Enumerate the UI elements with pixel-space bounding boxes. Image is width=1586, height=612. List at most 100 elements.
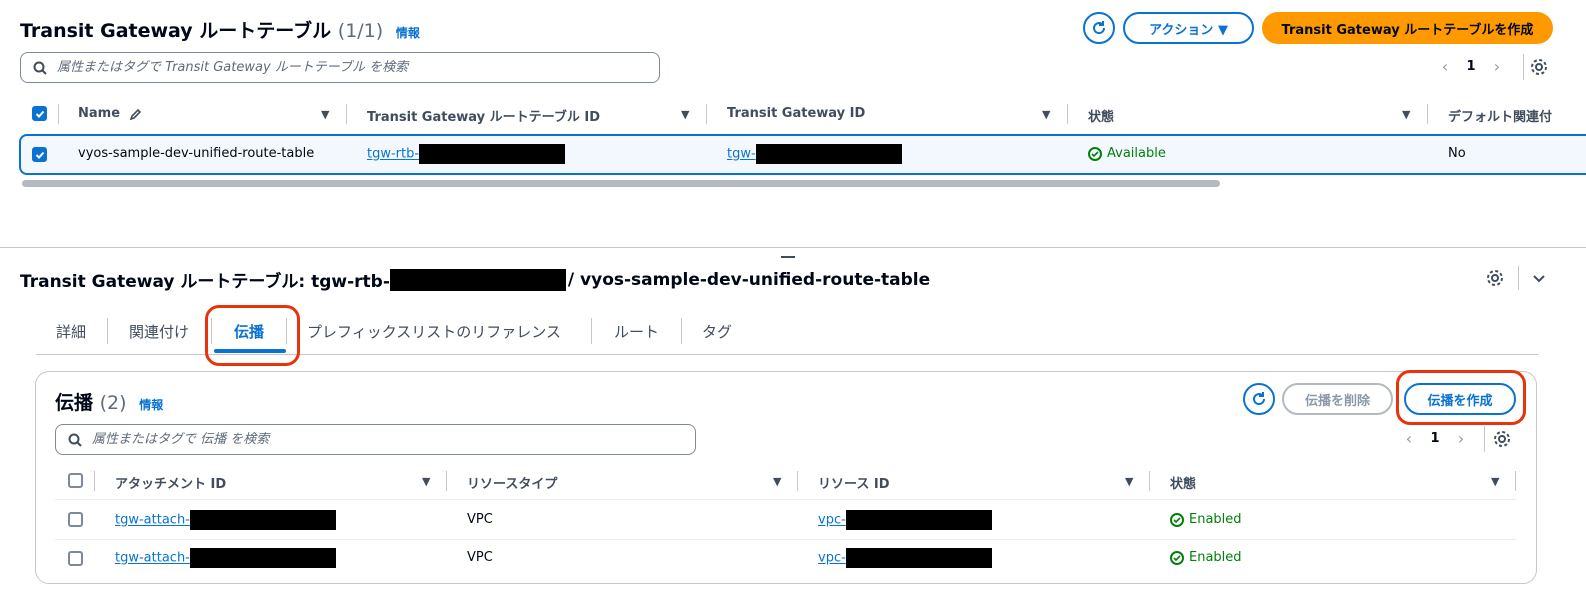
search-icon xyxy=(33,61,47,75)
next-page-icon[interactable]: › xyxy=(1447,429,1475,448)
sort-caret-icon[interactable]: ▼ xyxy=(1491,475,1499,488)
horizontal-scrollbar[interactable] xyxy=(22,180,1220,187)
preferences-gear-icon[interactable] xyxy=(1493,430,1511,452)
propagations-title: 伝播 (2) 情報 xyxy=(55,392,164,414)
next-page-icon[interactable]: › xyxy=(1483,57,1511,76)
row-default-association: No xyxy=(1448,146,1466,161)
column-header-rtb-id[interactable]: Transit Gateway ルートテーブル ID xyxy=(367,106,600,125)
column-header-state[interactable]: 状態 xyxy=(1170,473,1196,492)
check-circle-icon xyxy=(1170,550,1184,565)
route-table-search[interactable] xyxy=(20,52,660,83)
status-badge: Enabled xyxy=(1170,550,1242,565)
divider xyxy=(1427,104,1428,124)
row-checkbox[interactable] xyxy=(32,147,47,162)
actions-button[interactable]: アクション ▼ xyxy=(1123,12,1254,44)
resize-handle-icon[interactable] xyxy=(781,256,795,258)
highlight-ring xyxy=(205,305,300,366)
row-name: vyos-sample-dev-unified-route-table xyxy=(78,146,315,161)
detail-panel-title: Transit Gateway ルートテーブル: tgw-rtb- / vyos-… xyxy=(20,268,931,292)
sort-caret-icon[interactable]: ▼ xyxy=(422,475,430,488)
propagations-count: (2) xyxy=(99,392,127,414)
prev-page-icon[interactable]: ‹ xyxy=(1395,429,1423,448)
divider xyxy=(58,104,59,124)
refresh-button[interactable] xyxy=(1243,383,1275,415)
propagation-search[interactable] xyxy=(55,424,696,455)
detail-settings-gear-icon[interactable] xyxy=(1486,269,1504,291)
page-title: Transit Gateway ルートテーブル (1/1) 情報 xyxy=(20,16,420,43)
divider xyxy=(1484,426,1485,452)
info-link[interactable]: 情報 xyxy=(396,26,420,40)
redacted-block xyxy=(845,548,992,568)
redacted-block xyxy=(755,144,902,164)
divider xyxy=(346,104,347,124)
prev-page-icon[interactable]: ‹ xyxy=(1431,57,1459,76)
status-badge: Available xyxy=(1088,146,1166,161)
rtb-id-link[interactable]: tgw-rtb- xyxy=(367,144,566,164)
divider xyxy=(706,104,707,124)
tab-routes[interactable]: ルート xyxy=(614,321,659,342)
resource-id-link[interactable]: vpc- xyxy=(818,548,992,568)
check-circle-icon xyxy=(1170,512,1184,527)
collapse-chevron-icon[interactable] xyxy=(1531,270,1547,290)
page-number[interactable]: 1 xyxy=(1423,431,1447,446)
sort-caret-icon[interactable]: ▼ xyxy=(1042,108,1050,121)
divider xyxy=(591,318,592,344)
sort-caret-icon[interactable]: ▼ xyxy=(1125,475,1133,488)
redacted-block xyxy=(189,510,336,530)
select-all-checkbox[interactable] xyxy=(32,106,47,121)
sort-caret-icon[interactable]: ▼ xyxy=(681,108,689,121)
refresh-icon xyxy=(1093,21,1106,35)
redacted-block xyxy=(189,548,336,568)
search-input[interactable] xyxy=(92,432,657,447)
tgw-id-link[interactable]: tgw- xyxy=(727,144,902,164)
tab-prefix-list-references[interactable]: プレフィックスリストのリファレンス xyxy=(307,321,561,342)
resource-type: VPC xyxy=(467,512,493,527)
select-all-checkbox[interactable] xyxy=(68,473,83,488)
pagination: ‹ 1 › xyxy=(1431,57,1511,76)
divider xyxy=(107,318,108,344)
create-route-table-button[interactable]: Transit Gateway ルートテーブルを作成 xyxy=(1262,12,1553,44)
info-link[interactable]: 情報 xyxy=(139,398,163,412)
tab-details[interactable]: 詳細 xyxy=(56,321,86,342)
column-header-resource-id[interactable]: リソース ID xyxy=(818,473,890,492)
check-circle-icon xyxy=(1088,146,1102,161)
pagination: ‹ 1 › xyxy=(1395,429,1475,448)
divider xyxy=(1523,54,1524,80)
column-header-attachment-id[interactable]: アタッチメント ID xyxy=(115,473,226,492)
divider xyxy=(94,471,95,491)
redacted-block xyxy=(389,268,566,291)
divider xyxy=(1067,104,1068,124)
selection-count: (1/1) xyxy=(337,20,384,42)
redacted-block xyxy=(845,510,992,530)
column-header-name[interactable]: Name xyxy=(78,106,143,121)
search-icon xyxy=(68,433,82,447)
resource-id-link[interactable]: vpc- xyxy=(818,510,992,530)
column-header-state[interactable]: 状態 xyxy=(1088,106,1114,125)
attachment-id-link[interactable]: tgw-attach- xyxy=(115,548,336,568)
redacted-block xyxy=(419,144,566,164)
divider xyxy=(1149,471,1150,491)
divider xyxy=(446,471,447,491)
tab-tags[interactable]: タグ xyxy=(702,321,732,342)
sort-caret-icon[interactable]: ▼ xyxy=(1402,108,1410,121)
refresh-button[interactable] xyxy=(1083,12,1115,44)
page-title-text: Transit Gateway ルートテーブル xyxy=(20,20,332,42)
sort-caret-icon[interactable]: ▼ xyxy=(773,475,781,488)
preferences-gear-icon[interactable] xyxy=(1530,58,1548,80)
delete-propagation-button[interactable]: 伝播を削除 xyxy=(1282,383,1393,415)
row-checkbox[interactable] xyxy=(68,551,83,566)
row-checkbox[interactable] xyxy=(68,512,83,527)
search-input[interactable] xyxy=(57,60,621,75)
attachment-id-link[interactable]: tgw-attach- xyxy=(115,510,336,530)
column-header-tgw-id[interactable]: Transit Gateway ID xyxy=(727,106,865,121)
tab-associations[interactable]: 関連付け xyxy=(129,321,189,342)
column-header-resource-type[interactable]: リソースタイプ xyxy=(467,473,557,492)
divider xyxy=(681,318,682,344)
split-panel-divider xyxy=(0,247,1586,248)
divider xyxy=(1515,471,1516,491)
divider xyxy=(797,471,798,491)
resource-type: VPC xyxy=(467,550,493,565)
column-header-default-association[interactable]: デフォルト関連付 xyxy=(1448,106,1552,125)
sort-caret-icon[interactable]: ▼ xyxy=(321,108,329,121)
page-number[interactable]: 1 xyxy=(1459,59,1483,74)
